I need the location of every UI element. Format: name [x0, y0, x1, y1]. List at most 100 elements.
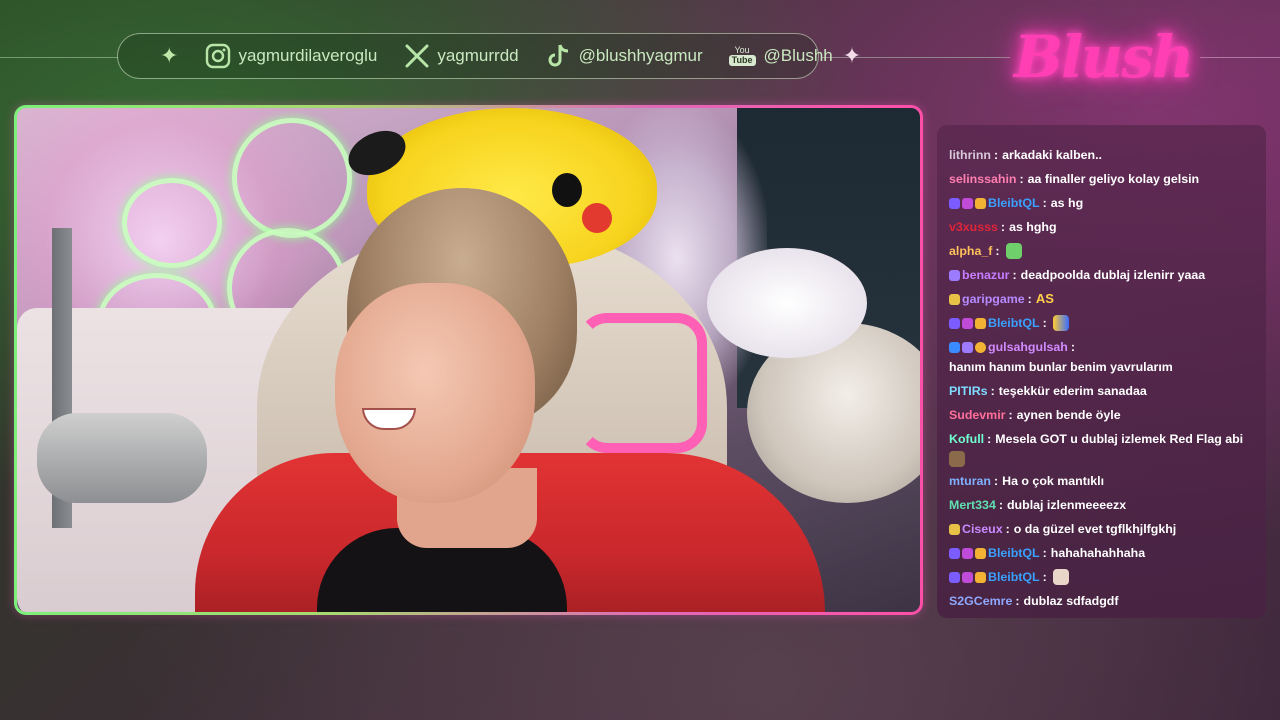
chat-text: as hg	[1050, 196, 1084, 210]
chat-message: BleibtQL:	[949, 565, 1256, 589]
blush-logo: Blush	[1013, 23, 1194, 91]
chat-username[interactable]: Kofull	[949, 429, 984, 449]
instagram-handle: yagmurdilaveroglu	[238, 46, 378, 65]
chat-message: BleibtQL: hahahahahhaha	[949, 541, 1256, 565]
chat-username[interactable]: mturan	[949, 469, 991, 493]
subscriber-badge-icon	[949, 197, 960, 209]
chat-username[interactable]: Mert334	[949, 493, 996, 517]
youtube-handle: @Blushh	[763, 46, 833, 65]
youtube-icon: You Tube	[728, 45, 756, 66]
x-logo-icon	[403, 42, 431, 70]
instagram-icon	[204, 42, 232, 70]
chat-message: Kofull: Mesela GOT u dublaj izlemek Red …	[949, 429, 1256, 467]
chat-text: teşekkür ederim sanadaa	[998, 384, 1147, 398]
gifter-badge-icon	[962, 571, 973, 583]
decorative-line-far-right	[1200, 57, 1280, 58]
x-handle: yagmurrdd	[437, 46, 519, 65]
chat-username[interactable]: BleibtQL	[988, 311, 1040, 335]
chat-text: as hghg	[1009, 220, 1057, 234]
chat-message: benazur: deadpoolda dublaj izlenirr yaaa	[949, 263, 1256, 287]
crown-badge-icon	[975, 547, 986, 559]
chat-text: o da güzel evet tgflkhjlfgkhj	[1013, 522, 1177, 536]
chat-text: AS	[1035, 291, 1054, 306]
chat-message: garipgame: AS	[949, 287, 1256, 311]
chat-message: alpha_f:	[949, 239, 1256, 263]
subscriber-badge-icon	[949, 547, 960, 559]
chat-text: deadpoolda dublaj izlenirr yaaa	[1020, 268, 1206, 282]
chat-message: Ciseux: o da güzel evet tgflkhjlfgkhj	[949, 517, 1256, 541]
youtube-badge-top: You	[734, 45, 750, 55]
chat-message: BleibtQL: as hg	[949, 191, 1256, 215]
subscriber-badge-icon	[962, 341, 973, 353]
tiktok-handle: @blushhyagmur	[578, 46, 703, 65]
chat-username[interactable]: garipgame	[962, 287, 1025, 311]
crown-badge-icon	[975, 571, 986, 583]
emote-icon	[949, 451, 965, 467]
chat-username[interactable]: Ciseux	[962, 517, 1003, 541]
chat-text: aa finaller geliyo kolay gelsin	[1027, 172, 1200, 186]
gifter-badge-icon	[962, 317, 973, 329]
subscriber-badge-icon	[949, 523, 960, 535]
chat-panel: lithrinn: arkadaki kalben.. selinssahin:…	[937, 125, 1266, 618]
emote-icon	[1005, 243, 1022, 259]
chat-message: Sudevmir: aynen bende öyle	[949, 403, 1256, 427]
gifter-badge-icon	[962, 197, 973, 209]
chat-username[interactable]: benazur	[962, 263, 1010, 287]
chat-message: v3xusss: as hghg	[949, 215, 1256, 239]
chat-message: BleibtQL:	[949, 311, 1256, 335]
unicorn-plush	[707, 248, 867, 358]
social-x[interactable]: yagmurrdd	[403, 42, 519, 70]
pikachu-eye	[552, 173, 582, 207]
crown-badge-icon	[975, 197, 986, 209]
pikachu-cheek	[582, 203, 612, 233]
chat-username[interactable]: lithrinn	[949, 143, 991, 167]
webcam-frame	[14, 105, 923, 615]
chat-message: mturan: Ha o çok mantıklı	[949, 469, 1256, 493]
bits-badge-icon	[975, 341, 986, 353]
chat-username[interactable]: Sudevmir	[949, 403, 1005, 427]
subscriber-badge-icon	[949, 269, 960, 281]
youtube-badge-bottom: Tube	[728, 55, 756, 66]
social-instagram[interactable]: yagmurdilaveroglu	[204, 42, 377, 70]
chat-text: Mesela GOT u dublaj izlemek Red Flag abi	[995, 432, 1244, 446]
chat-message: PITIRs: teşekkür ederim sanadaa	[949, 379, 1256, 403]
sparkle-icon: ✦	[842, 43, 862, 68]
chat-message: S2GCemre: dublaz sdfadgdf	[949, 589, 1256, 613]
microphone	[37, 413, 207, 503]
chat-username[interactable]: gulsahgulsah	[988, 337, 1068, 357]
chat-username[interactable]: BleibtQL	[988, 541, 1040, 565]
chat-message: selinssahin: aa finaller geliyo kolay ge…	[949, 167, 1256, 191]
chat-text: aynen bende öyle	[1016, 408, 1121, 422]
chat-text: hanım hanım bunlar benim yavrularım	[949, 360, 1173, 374]
chat-text: dublaz sdfadgdf	[1023, 594, 1119, 608]
chat-text: dublaj izlenmeeeezx	[1006, 498, 1127, 512]
emote-icon	[1052, 315, 1069, 331]
social-tiktok[interactable]: @blushhyagmur	[545, 42, 703, 70]
decorative-line-left	[0, 57, 118, 58]
chair-accent	[577, 313, 707, 453]
webcam-feed	[17, 108, 920, 612]
chat-message: gulsahgulsah: hanım hanım bunlar benim y…	[949, 337, 1256, 377]
sparkle-icon: ✦	[160, 43, 179, 68]
prime-badge-icon	[949, 341, 960, 353]
neon-smiley-icon	[122, 178, 222, 268]
chat-text: Ha o çok mantıklı	[1002, 474, 1105, 488]
gifter-badge-icon	[962, 547, 973, 559]
chat-message: lithrinn: arkadaki kalben..	[949, 143, 1256, 167]
subscriber-badge-icon	[949, 317, 960, 329]
chat-username[interactable]: BleibtQL	[988, 565, 1040, 589]
tiktok-icon	[545, 42, 573, 70]
social-youtube[interactable]: You Tube @Blushh	[728, 45, 833, 66]
chat-text: hahahahahhaha	[1050, 546, 1146, 560]
streamer-face	[335, 283, 535, 503]
chat-username[interactable]: v3xusss	[949, 215, 998, 239]
subscriber-badge-icon	[949, 571, 960, 583]
chat-message: Mert334: dublaj izlenmeeeezx	[949, 493, 1256, 517]
chat-username[interactable]: selinssahin	[949, 167, 1017, 191]
chat-username[interactable]: BleibtQL	[988, 191, 1040, 215]
emote-icon	[1052, 569, 1069, 585]
chat-username[interactable]: S2GCemre	[949, 589, 1012, 613]
chat-username[interactable]: PITIRs	[949, 379, 988, 403]
crown-badge-icon	[975, 317, 986, 329]
chat-username[interactable]: alpha_f	[949, 239, 992, 263]
